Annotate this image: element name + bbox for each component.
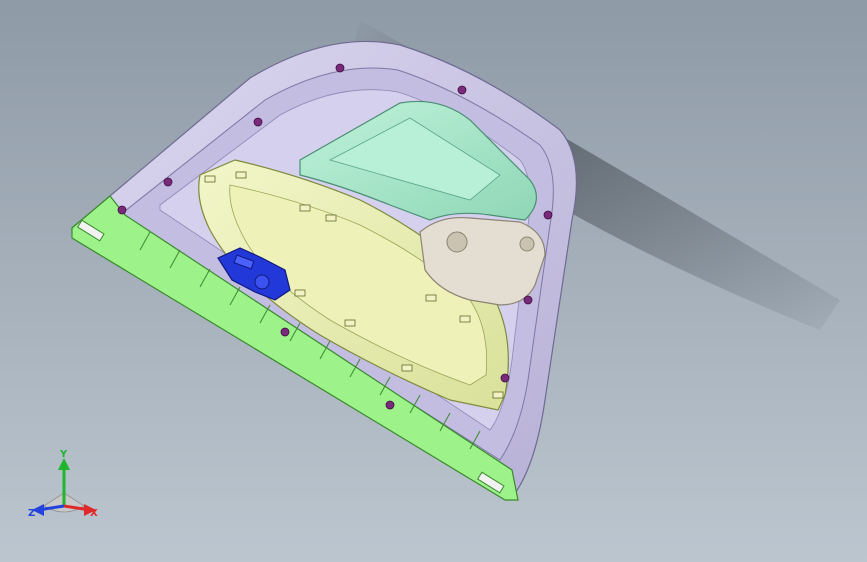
bracket-hole <box>446 231 468 253</box>
x-axis-label: X <box>90 508 98 519</box>
cad-model[interactable] <box>0 0 867 562</box>
orientation-triad[interactable]: Y X Z <box>24 448 104 528</box>
bracket-hole-2 <box>519 236 535 252</box>
z-axis-label: Z <box>28 508 35 519</box>
3d-viewport[interactable]: Y X Z <box>0 0 867 562</box>
y-axis-label: Y <box>59 449 68 460</box>
